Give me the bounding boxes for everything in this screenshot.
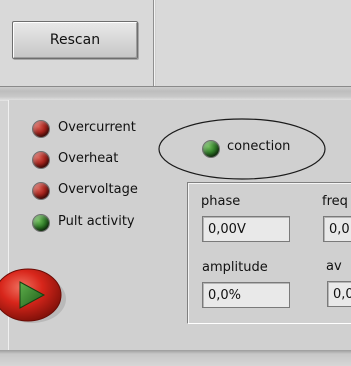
rescan-button[interactable]: Rescan (12, 21, 138, 59)
av-field[interactable]: 0,0 (327, 281, 351, 307)
conection-led-icon (203, 141, 219, 157)
run-button[interactable] (0, 263, 66, 325)
pult-activity-label: Pult activity (58, 214, 135, 229)
overheat-label: Overheat (58, 151, 119, 166)
av-label: av (326, 259, 342, 274)
overvoltage-led-icon (33, 183, 49, 199)
amplitude-field[interactable]: 0,0% (202, 282, 290, 308)
overcurrent-label: Overcurrent (58, 120, 136, 135)
overheat-led-icon (33, 152, 49, 168)
bottom-strip (0, 350, 351, 366)
overcurrent-led-icon (33, 121, 49, 137)
panel-groove (153, 0, 156, 86)
conection-label: conection (227, 139, 291, 154)
overvoltage-label: Overvoltage (58, 182, 138, 197)
frequency-label: freq (322, 194, 348, 209)
amplitude-label: amplitude (202, 260, 268, 275)
pult-activity-led-icon (33, 215, 49, 231)
phase-label: phase (201, 194, 241, 209)
panel-divider (0, 86, 351, 101)
phase-field[interactable]: 0,00V (202, 216, 290, 242)
frequency-field[interactable]: 0,0 (323, 216, 351, 242)
